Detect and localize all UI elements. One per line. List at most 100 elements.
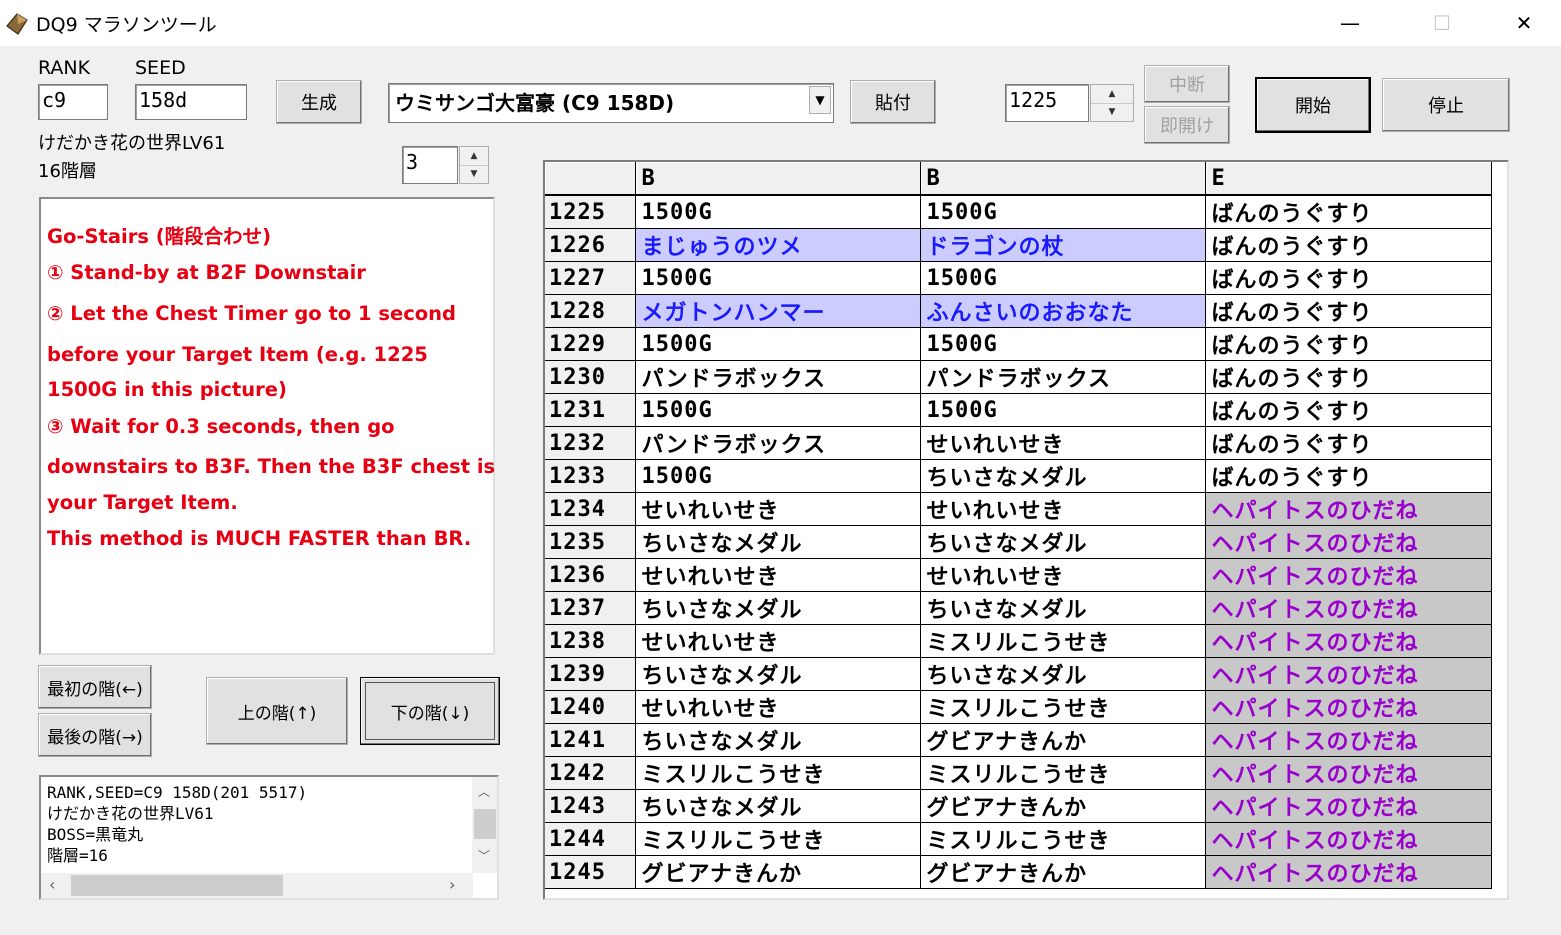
table-row[interactable]: 1227 1500G 1500G ばんのうぐすり [545, 261, 1492, 295]
cell-b1[interactable]: せいれいせき [635, 690, 921, 724]
table-row[interactable]: 1229 1500G 1500G ばんのうぐすり [545, 327, 1492, 361]
cell-e[interactable]: ばんのうぐすり [1205, 228, 1492, 262]
row-index[interactable]: 1229 [545, 327, 636, 361]
counter-spinner[interactable]: ▲ ▼ [1090, 84, 1134, 122]
spin-down-icon[interactable]: ▼ [1091, 104, 1133, 122]
cell-b1[interactable]: ちいさなメダル [635, 591, 921, 625]
cell-b1[interactable]: まじゅうのツメ [635, 228, 921, 262]
chevron-down-icon[interactable]: ▼ [809, 86, 831, 114]
cell-b1[interactable]: 1500G [635, 459, 921, 493]
cell-b2[interactable]: せいれいせき [920, 426, 1206, 460]
cell-e[interactable]: ばんのうぐすり [1205, 327, 1492, 361]
spin-up-icon[interactable]: ▲ [1091, 85, 1133, 104]
scroll-left-icon[interactable]: ‹ [49, 875, 55, 894]
floor-input[interactable]: 3 [402, 146, 458, 184]
row-index[interactable]: 1244 [545, 822, 636, 856]
cell-b1[interactable]: パンドラボックス [635, 360, 921, 394]
row-index[interactable]: 1238 [545, 624, 636, 658]
cell-b1[interactable]: 1500G [635, 327, 921, 361]
row-index[interactable]: 1234 [545, 492, 636, 526]
lower-floor-button[interactable]: 下の階(↓) [360, 677, 500, 745]
cell-b2[interactable]: グビアナきんか [920, 789, 1206, 823]
cell-e[interactable]: ヘパイトスのひだね [1205, 558, 1492, 592]
row-index[interactable]: 1242 [545, 756, 636, 790]
cell-e[interactable]: ばんのうぐすり [1205, 195, 1492, 229]
cell-b2[interactable]: 1500G [920, 195, 1206, 229]
cell-e[interactable]: ばんのうぐすり [1205, 360, 1492, 394]
table-row[interactable]: 1232 パンドラボックス せいれいせき ばんのうぐすり [545, 426, 1492, 460]
map-select[interactable]: ウミサンゴ大富豪 (C9 158D) ▼ [388, 83, 834, 123]
cell-b2[interactable]: ちいさなメダル [920, 525, 1206, 559]
cell-b2[interactable]: ちいさなメダル [920, 591, 1206, 625]
scroll-right-icon[interactable]: › [449, 875, 455, 894]
cell-b1[interactable]: せいれいせき [635, 492, 921, 526]
cell-e[interactable]: ばんのうぐすり [1205, 294, 1492, 328]
log-text-area[interactable]: RANK,SEED=C9 158D(201 5517) けだかき花の世界LV61… [39, 775, 499, 900]
row-index[interactable]: 1240 [545, 690, 636, 724]
cell-e[interactable]: ヘパイトスのひだね [1205, 525, 1492, 559]
counter-input[interactable]: 1225 [1005, 84, 1089, 122]
scroll-up-icon[interactable]: ︿ [478, 783, 490, 800]
memo-text-area[interactable]: Go-Stairs (階段合わせ) ① Stand-by at B2F Down… [39, 197, 495, 655]
floor-spinner[interactable]: ▲ ▼ [459, 146, 489, 184]
scroll-thumb[interactable] [474, 809, 496, 839]
cell-b1[interactable]: メガトンハンマー [635, 294, 921, 328]
cell-b1[interactable]: ミスリルこうせき [635, 822, 921, 856]
scroll-thumb-horizontal[interactable] [71, 875, 283, 896]
row-index[interactable]: 1231 [545, 393, 636, 427]
upper-floor-button[interactable]: 上の階(↑) [206, 677, 348, 745]
table-row[interactable]: 1241 ちいさなメダル グビアナきんか ヘパイトスのひだね [545, 723, 1492, 757]
cell-b2[interactable]: 1500G [920, 261, 1206, 295]
cell-b2[interactable]: せいれいせき [920, 558, 1206, 592]
cell-e[interactable]: ヘパイトスのひだね [1205, 855, 1492, 889]
table-row[interactable]: 1228 メガトンハンマー ふんさいのおおなた ばんのうぐすり [545, 294, 1492, 328]
row-index[interactable]: 1233 [545, 459, 636, 493]
close-button[interactable]: ✕ [1494, 0, 1554, 46]
cell-b2[interactable]: ちいさなメダル [920, 657, 1206, 691]
table-row[interactable]: 1243 ちいさなメダル グビアナきんか ヘパイトスのひだね [545, 789, 1492, 823]
cell-e[interactable]: ばんのうぐすり [1205, 426, 1492, 460]
stop-button[interactable]: 停止 [1382, 78, 1510, 132]
cell-b1[interactable]: ミスリルこうせき [635, 756, 921, 790]
cell-b2[interactable]: 1500G [920, 393, 1206, 427]
cell-b2[interactable]: ミスリルこうせき [920, 756, 1206, 790]
cell-e[interactable]: ヘパイトスのひだね [1205, 789, 1492, 823]
cell-b1[interactable]: ちいさなメダル [635, 657, 921, 691]
row-index[interactable]: 1237 [545, 591, 636, 625]
rank-input[interactable]: c9 [38, 84, 108, 120]
cell-b1[interactable]: せいれいせき [635, 624, 921, 658]
cell-e[interactable]: ヘパイトスのひだね [1205, 591, 1492, 625]
row-index[interactable]: 1245 [545, 855, 636, 889]
chest-table[interactable]: B B E 1225 1500G 1500G ばんのうぐすり 1226 まじゅうのツメ ドラ… [543, 160, 1509, 900]
cell-e[interactable]: ヘパイトスのひだね [1205, 657, 1492, 691]
maximize-button[interactable]: ☐ [1412, 0, 1472, 46]
table-row[interactable]: 1234 せいれいせき せいれいせき ヘパイトスのひだね [545, 492, 1492, 526]
row-index[interactable]: 1232 [545, 426, 636, 460]
cell-e[interactable]: ヘパイトスのひだね [1205, 756, 1492, 790]
horizontal-scrollbar[interactable]: ‹ › [41, 873, 473, 898]
cell-e[interactable]: ヘパイトスのひだね [1205, 492, 1492, 526]
suspend-button[interactable]: 中断 [1144, 65, 1230, 103]
cell-b2[interactable]: ドラゴンの杖 [920, 228, 1206, 262]
table-row[interactable]: 1233 1500G ちいさなメダル ばんのうぐすり [545, 459, 1492, 493]
cell-e[interactable]: ばんのうぐすり [1205, 393, 1492, 427]
cell-e[interactable]: ヘパイトスのひだね [1205, 723, 1492, 757]
paste-button[interactable]: 貼付 [850, 80, 936, 124]
cell-b1[interactable]: 1500G [635, 261, 921, 295]
scroll-down-icon[interactable]: ﹀ [478, 847, 490, 864]
row-index[interactable]: 1227 [545, 261, 636, 295]
row-index[interactable]: 1226 [545, 228, 636, 262]
row-index[interactable]: 1228 [545, 294, 636, 328]
seed-input[interactable]: 158d [135, 84, 247, 120]
cell-b1[interactable]: ちいさなメダル [635, 723, 921, 757]
cell-e[interactable]: ヘパイトスのひだね [1205, 822, 1492, 856]
cell-b2[interactable]: ミスリルこうせき [920, 690, 1206, 724]
cell-e[interactable]: ヘパイトスのひだね [1205, 624, 1492, 658]
row-index[interactable]: 1239 [545, 657, 636, 691]
table-row[interactable]: 1245 グビアナきんか グビアナきんか ヘパイトスのひだね [545, 855, 1492, 889]
table-row[interactable]: 1237 ちいさなメダル ちいさなメダル ヘパイトスのひだね [545, 591, 1492, 625]
cell-b2[interactable]: パンドラボックス [920, 360, 1206, 394]
cell-b2[interactable]: ミスリルこうせき [920, 822, 1206, 856]
cell-b1[interactable]: グビアナきんか [635, 855, 921, 889]
cell-b2[interactable]: グビアナきんか [920, 855, 1206, 889]
